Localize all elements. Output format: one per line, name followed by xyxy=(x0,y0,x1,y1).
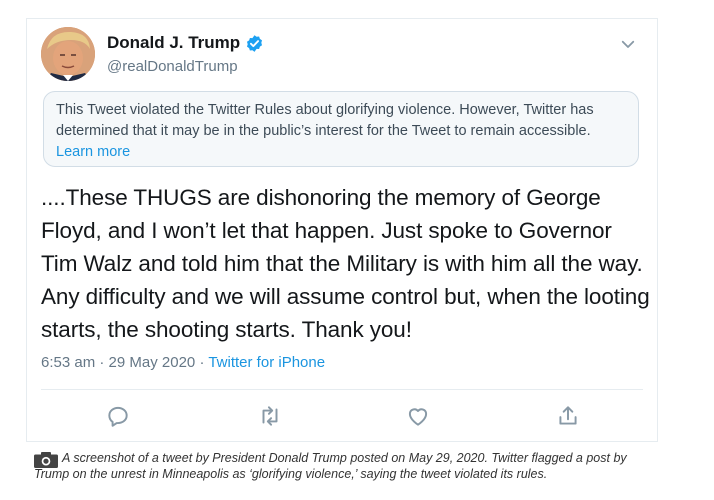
chevron-down-icon[interactable] xyxy=(619,35,637,53)
camera-icon xyxy=(34,452,58,468)
avatar[interactable] xyxy=(41,27,95,81)
meta-separator: · xyxy=(199,354,205,371)
notice-text: This Tweet violated the Twitter Rules ab… xyxy=(56,102,594,139)
user-handle[interactable]: @realDonaldTrump xyxy=(107,58,238,75)
violation-notice: This Tweet violated the Twitter Rules ab… xyxy=(43,91,639,167)
tweet-text: ....These THUGS are dishonoring the memo… xyxy=(41,185,650,342)
display-name[interactable]: Donald J. Trump xyxy=(107,33,240,53)
verified-badge-icon xyxy=(247,34,263,52)
divider xyxy=(41,389,643,390)
action-bar xyxy=(27,403,657,429)
share-icon[interactable] xyxy=(555,403,581,429)
reply-icon[interactable] xyxy=(105,403,131,429)
tweet-meta: 6:53 am · 29 May 2020 · Twitter for iPho… xyxy=(41,354,325,371)
learn-more-link[interactable]: Learn more xyxy=(56,144,130,160)
author-row: Donald J. Trump xyxy=(107,33,264,53)
caption-text: A screenshot of a tweet by President Don… xyxy=(34,451,627,481)
timestamp[interactable]: 6:53 am · 29 May 2020 xyxy=(41,354,195,371)
photo-caption: A screenshot of a tweet by President Don… xyxy=(34,450,654,482)
retweet-icon[interactable] xyxy=(257,403,283,429)
tweet-card: Donald J. Trump @realDonaldTrump This Tw… xyxy=(26,18,658,442)
source-link[interactable]: Twitter for iPhone xyxy=(208,354,325,371)
like-icon[interactable] xyxy=(405,403,431,429)
